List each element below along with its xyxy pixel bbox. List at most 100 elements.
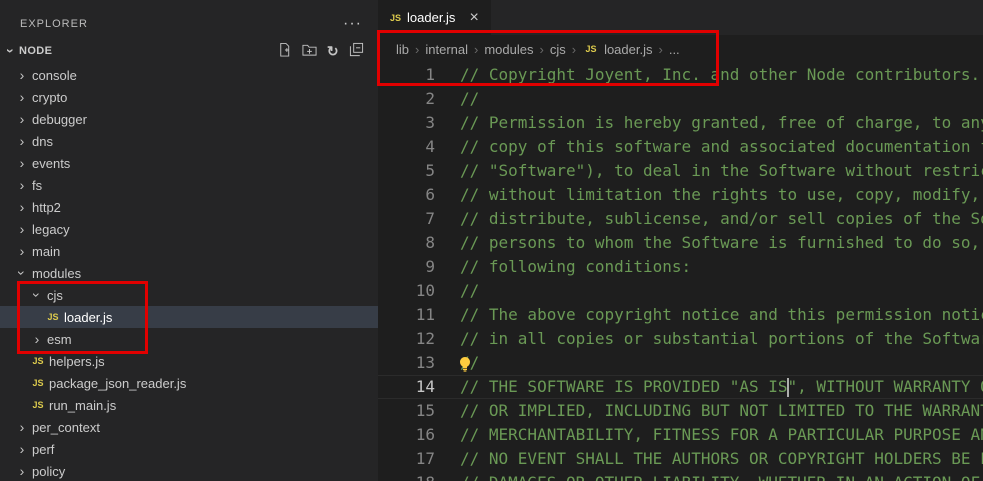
tree-item-per-context[interactable]: ›per_context (0, 416, 378, 438)
code-line[interactable]: 15// OR IMPLIED, INCLUDING BUT NOT LIMIT… (378, 399, 983, 423)
code-line-text: // DAMAGES OR OTHER LIABILITY, WHETHER I… (435, 471, 983, 481)
lightbulb-icon[interactable] (457, 355, 473, 371)
breadcrumb-item-lib[interactable]: lib (394, 42, 411, 57)
tree-item-loader-js[interactable]: JSloader.js (0, 306, 378, 328)
tree-item-package-json-reader-js[interactable]: JSpackage_json_reader.js (0, 372, 378, 394)
breadcrumb-separator-icon: › (411, 42, 423, 57)
tab-bar: JS loader.js × (378, 0, 983, 35)
js-file-icon: JS (390, 13, 401, 23)
breadcrumb-item-cjs[interactable]: cjs (548, 42, 568, 57)
code-line[interactable]: 7// distribute, sublicense, and/or sell … (378, 207, 983, 231)
tree-item-label: main (32, 244, 60, 259)
breadcrumb-label: cjs (550, 42, 566, 57)
code-line[interactable]: 6// without limitation the rights to use… (378, 183, 983, 207)
code-line[interactable]: 17// NO EVENT SHALL THE AUTHORS OR COPYR… (378, 447, 983, 471)
tree-item-legacy[interactable]: ›legacy (0, 218, 378, 240)
tree-item-label: helpers.js (49, 354, 105, 369)
code-line[interactable]: 4// copy of this software and associated… (378, 135, 983, 159)
tree-item-cjs[interactable]: ›cjs (0, 284, 378, 306)
tree-item-perf[interactable]: ›perf (0, 438, 378, 460)
chevron-right-icon: › (14, 199, 30, 215)
tree-item-label: http2 (32, 200, 61, 215)
code-line[interactable]: 2// (378, 87, 983, 111)
tree-item-dns[interactable]: ›dns (0, 130, 378, 152)
code-line[interactable]: 16// MERCHANTABILITY, FITNESS FOR A PART… (378, 423, 983, 447)
collapse-all-icon[interactable] (349, 42, 364, 60)
tree-item-label: esm (47, 332, 72, 347)
breadcrumb-separator-icon: › (470, 42, 482, 57)
tree-item-modules[interactable]: ›modules (0, 262, 378, 284)
tree-item-debugger[interactable]: ›debugger (0, 108, 378, 130)
tree-item-console[interactable]: ›console (0, 64, 378, 86)
js-file-icon: JS (29, 400, 47, 410)
section-title: NODE (19, 45, 52, 57)
code-line-text: // in all copies or substantial portions… (435, 327, 983, 351)
tree-item-label: run_main.js (49, 398, 116, 413)
chevron-right-icon: › (14, 133, 30, 149)
line-number: 6 (378, 183, 435, 207)
chevron-right-icon: › (29, 331, 45, 347)
line-number: 3 (378, 111, 435, 135)
tree-item-label: cjs (47, 288, 63, 303)
chevron-right-icon: › (14, 441, 30, 457)
tree-item-http2[interactable]: ›http2 (0, 196, 378, 218)
tree-item-run-main-js[interactable]: JSrun_main.js (0, 394, 378, 416)
code-line[interactable]: 8// persons to whom the Software is furn… (378, 231, 983, 255)
breadcrumb-item-loader-js[interactable]: JSloader.js (580, 42, 654, 57)
tree-item-crypto[interactable]: ›crypto (0, 86, 378, 108)
code-line[interactable]: 11// The above copyright notice and this… (378, 303, 983, 327)
new-file-icon[interactable] (277, 42, 292, 60)
refresh-icon[interactable]: ↻ (327, 43, 339, 59)
code-line[interactable]: 12// in all copies or substantial portio… (378, 327, 983, 351)
code-line-text: // following conditions: (435, 255, 691, 279)
code-text-after-cursor: ", WITHOUT WARRANTY OF ANY KIND, EXPRESS (788, 377, 983, 396)
tree-item-helpers-js[interactable]: JShelpers.js (0, 350, 378, 372)
file-tree: ›console›crypto›debugger›dns›events›fs›h… (0, 64, 378, 481)
tree-item-policy[interactable]: ›policy (0, 460, 378, 481)
breadcrumb-label: lib (396, 42, 409, 57)
tree-item-events[interactable]: ›events (0, 152, 378, 174)
line-number: 17 (378, 447, 435, 471)
line-number: 7 (378, 207, 435, 231)
line-number: 4 (378, 135, 435, 159)
code-line[interactable]: 13// (378, 351, 983, 375)
tree-item-label: console (32, 68, 77, 83)
js-file-icon: JS (44, 312, 62, 322)
line-number: 11 (378, 303, 435, 327)
tree-item-label: policy (32, 464, 65, 479)
explorer-header: EXPLORER ··· (0, 0, 378, 38)
new-folder-icon[interactable] (302, 42, 317, 60)
tree-item-label: legacy (32, 222, 70, 237)
tree-item-main[interactable]: ›main (0, 240, 378, 262)
code-line[interactable]: 9// following conditions: (378, 255, 983, 279)
code-line[interactable]: 10// (378, 279, 983, 303)
code-line[interactable]: 5// "Software"), to deal in the Software… (378, 159, 983, 183)
breadcrumb-item-internal[interactable]: internal (423, 42, 470, 57)
code-line-text: // (435, 279, 479, 303)
breadcrumb-item-modules[interactable]: modules (482, 42, 535, 57)
tab-label: loader.js (407, 10, 455, 25)
line-number: 18 (378, 471, 435, 481)
code-line-text: // OR IMPLIED, INCLUDING BUT NOT LIMITED… (435, 399, 983, 423)
tree-item-esm[interactable]: ›esm (0, 328, 378, 350)
code-line[interactable]: 18// DAMAGES OR OTHER LIABILITY, WHETHER… (378, 471, 983, 481)
code-line-text: // NO EVENT SHALL THE AUTHORS OR COPYRIG… (435, 447, 983, 471)
tree-item-fs[interactable]: ›fs (0, 174, 378, 196)
explorer-sidebar: EXPLORER ··· › NODE ↻ ›console›crypto›de… (0, 0, 378, 481)
chevron-right-icon: › (14, 89, 30, 105)
js-file-icon: JS (29, 378, 47, 388)
section-header-node[interactable]: › NODE ↻ (0, 38, 378, 64)
code-area[interactable]: 1// Copyright Joyent, Inc. and other Nod… (378, 63, 983, 481)
code-line[interactable]: 1// Copyright Joyent, Inc. and other Nod… (378, 63, 983, 87)
code-line-text: // Permission is hereby granted, free of… (435, 111, 983, 135)
close-icon[interactable]: × (469, 11, 478, 25)
breadcrumb-item--[interactable]: ... (667, 42, 682, 57)
line-number: 8 (378, 231, 435, 255)
tab-loader-js[interactable]: JS loader.js × (378, 0, 491, 35)
code-line[interactable]: 14// THE SOFTWARE IS PROVIDED "AS IS", W… (378, 375, 983, 399)
chevron-down-icon: › (29, 287, 45, 303)
chevron-right-icon: › (14, 221, 30, 237)
chevron-right-icon: › (14, 177, 30, 193)
more-actions-icon[interactable]: ··· (343, 19, 362, 29)
code-line[interactable]: 3// Permission is hereby granted, free o… (378, 111, 983, 135)
